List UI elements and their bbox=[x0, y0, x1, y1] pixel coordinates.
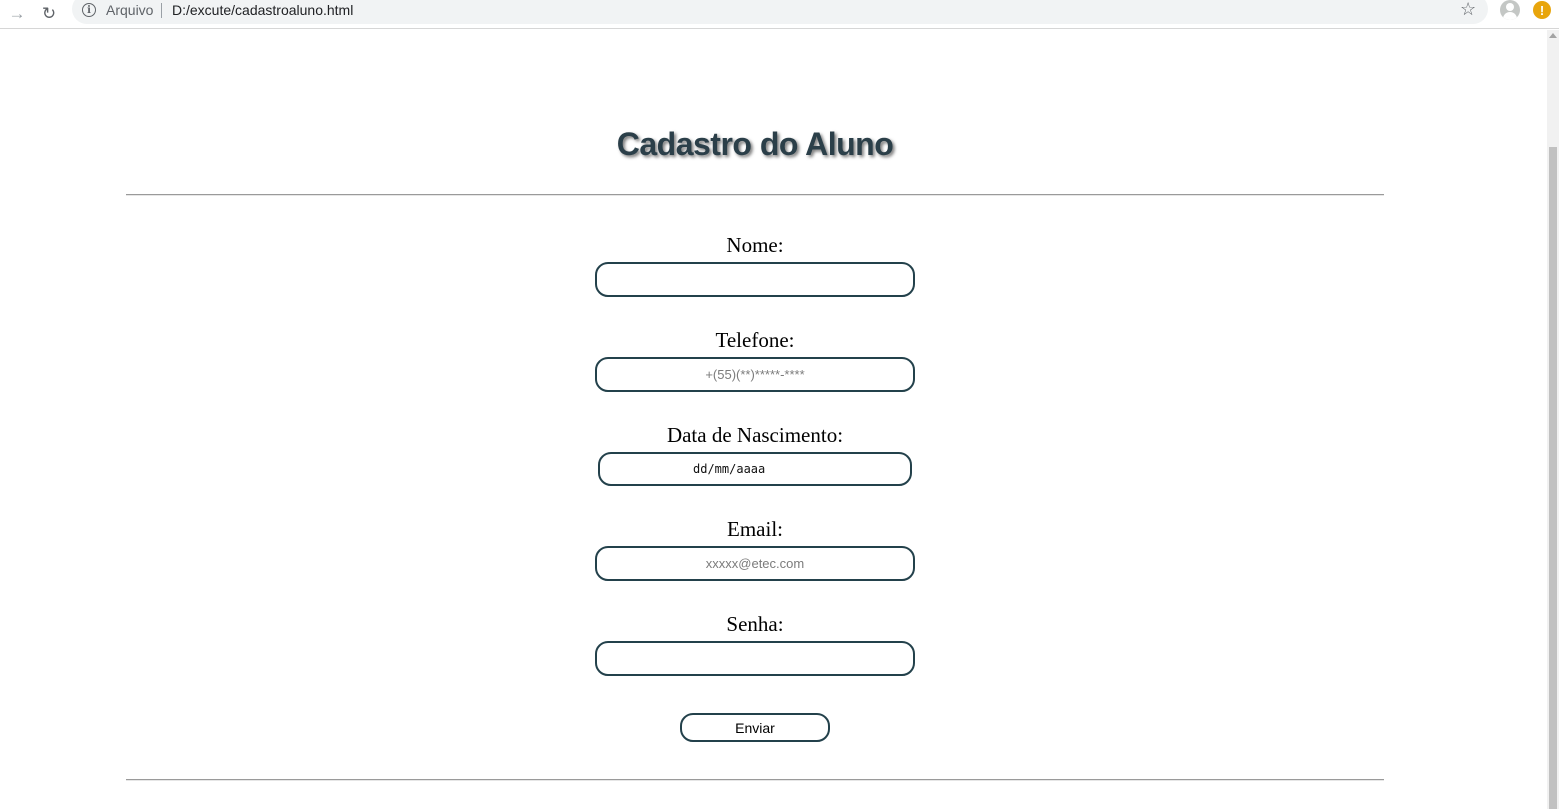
top-divider bbox=[126, 194, 1384, 196]
telefone-label: Telefone: bbox=[715, 328, 795, 352]
site-security-label: Arquivo bbox=[106, 2, 154, 18]
scroll-up-arrow-icon[interactable] bbox=[1549, 33, 1557, 38]
info-icon[interactable]: i bbox=[82, 3, 96, 17]
telefone-input[interactable] bbox=[595, 357, 915, 392]
senha-label: Senha: bbox=[726, 612, 784, 636]
bottom-divider bbox=[126, 779, 1384, 781]
email-input[interactable] bbox=[595, 546, 915, 581]
nome-input[interactable] bbox=[595, 262, 915, 297]
enviar-button[interactable]: Enviar bbox=[680, 713, 830, 742]
star-icon[interactable]: ☆ bbox=[1460, 0, 1476, 18]
nascimento-date-input[interactable]: dd/mm/aaaa bbox=[598, 452, 912, 486]
alert-icon[interactable]: ! bbox=[1533, 1, 1551, 19]
address-bar[interactable]: i Arquivo D:/excute/cadastroaluno.html ☆ bbox=[72, 0, 1488, 24]
email-label: Email: bbox=[727, 517, 783, 541]
scrollbar-thumb[interactable] bbox=[1549, 147, 1557, 809]
senha-input[interactable] bbox=[595, 641, 915, 676]
reload-icon[interactable]: ↻ bbox=[38, 2, 60, 24]
browser-toolbar: → ↻ i Arquivo D:/excute/cadastroaluno.ht… bbox=[0, 0, 1559, 29]
profile-icon[interactable] bbox=[1500, 0, 1520, 20]
vertical-scrollbar[interactable] bbox=[1547, 30, 1559, 809]
address-separator bbox=[161, 3, 162, 18]
nome-label: Nome: bbox=[726, 233, 784, 257]
url-text[interactable]: D:/excute/cadastroaluno.html bbox=[172, 2, 353, 18]
page-title: Cadastro do Aluno bbox=[616, 126, 894, 162]
forward-arrow-icon[interactable]: → bbox=[6, 2, 28, 24]
nascimento-label: Data de Nascimento: bbox=[666, 423, 844, 447]
